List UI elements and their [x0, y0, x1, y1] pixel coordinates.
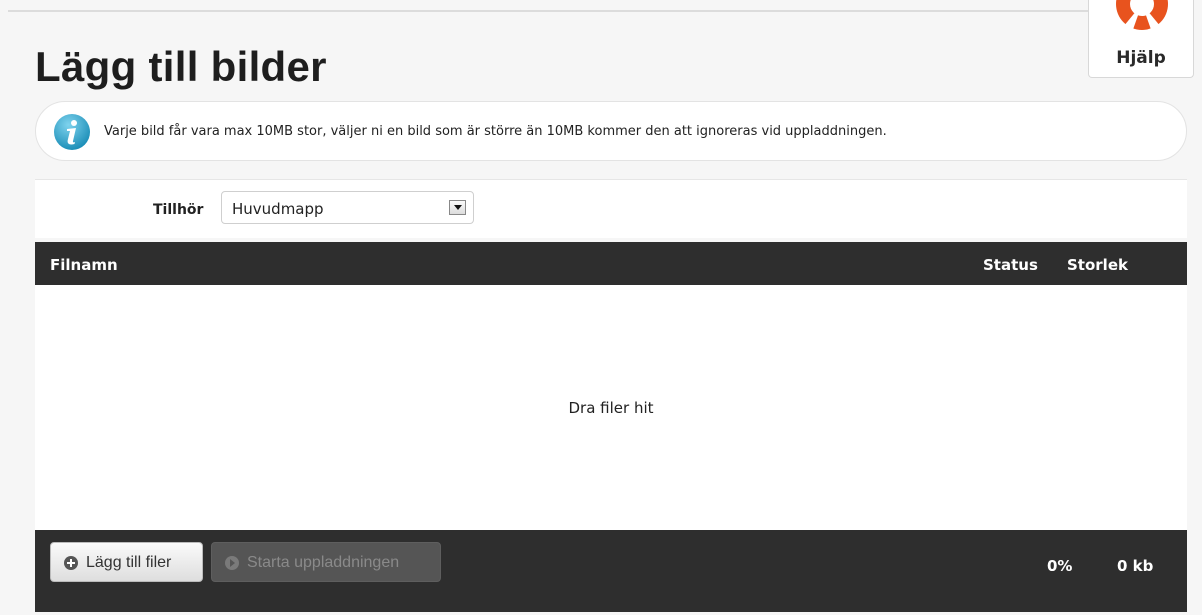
page-title: Lägg till bilder — [35, 43, 327, 90]
folder-select-value: Huvudmapp — [232, 200, 324, 218]
column-header-status: Status — [983, 256, 1038, 274]
help-button[interactable]: Hjälp — [1088, 0, 1194, 78]
column-header-size: Storlek — [1067, 256, 1128, 274]
file-drop-zone[interactable]: Dra filer hit — [35, 285, 1187, 530]
upload-total-size: 0 kb — [1117, 557, 1154, 575]
lifebuoy-icon — [1104, 0, 1180, 38]
add-files-label: Lägg till filer — [86, 554, 172, 571]
help-label: Hjälp — [1116, 48, 1166, 68]
info-text: Varje bild får vara max 10MB stor, välje… — [104, 124, 887, 139]
add-files-button[interactable]: Lägg till filer — [50, 542, 203, 582]
start-upload-button[interactable]: Starta uppladdningen — [211, 542, 441, 582]
info-box: Varje bild får vara max 10MB stor, välje… — [35, 101, 1187, 161]
arrow-circle-icon — [225, 556, 239, 570]
top-divider — [8, 10, 1088, 12]
folder-select[interactable]: Huvudmapp — [221, 191, 474, 224]
table-header: Filnamn Status Storlek — [35, 242, 1187, 285]
column-header-filename: Filnamn — [50, 256, 118, 274]
drop-zone-text: Dra filer hit — [568, 399, 654, 417]
file-table: Filnamn Status Storlek Dra filer hit Läg… — [35, 242, 1187, 612]
table-footer: Lägg till filer Starta uppladdningen 0% … — [35, 530, 1187, 612]
chevron-down-icon[interactable] — [449, 200, 466, 215]
folder-label: Tillhör — [153, 202, 204, 218]
start-upload-label: Starta uppladdningen — [247, 554, 400, 571]
upload-progress-percent: 0% — [1047, 557, 1073, 575]
info-icon — [53, 113, 91, 151]
plus-circle-icon — [64, 556, 78, 570]
folder-row: Tillhör Huvudmapp — [35, 179, 1187, 238]
